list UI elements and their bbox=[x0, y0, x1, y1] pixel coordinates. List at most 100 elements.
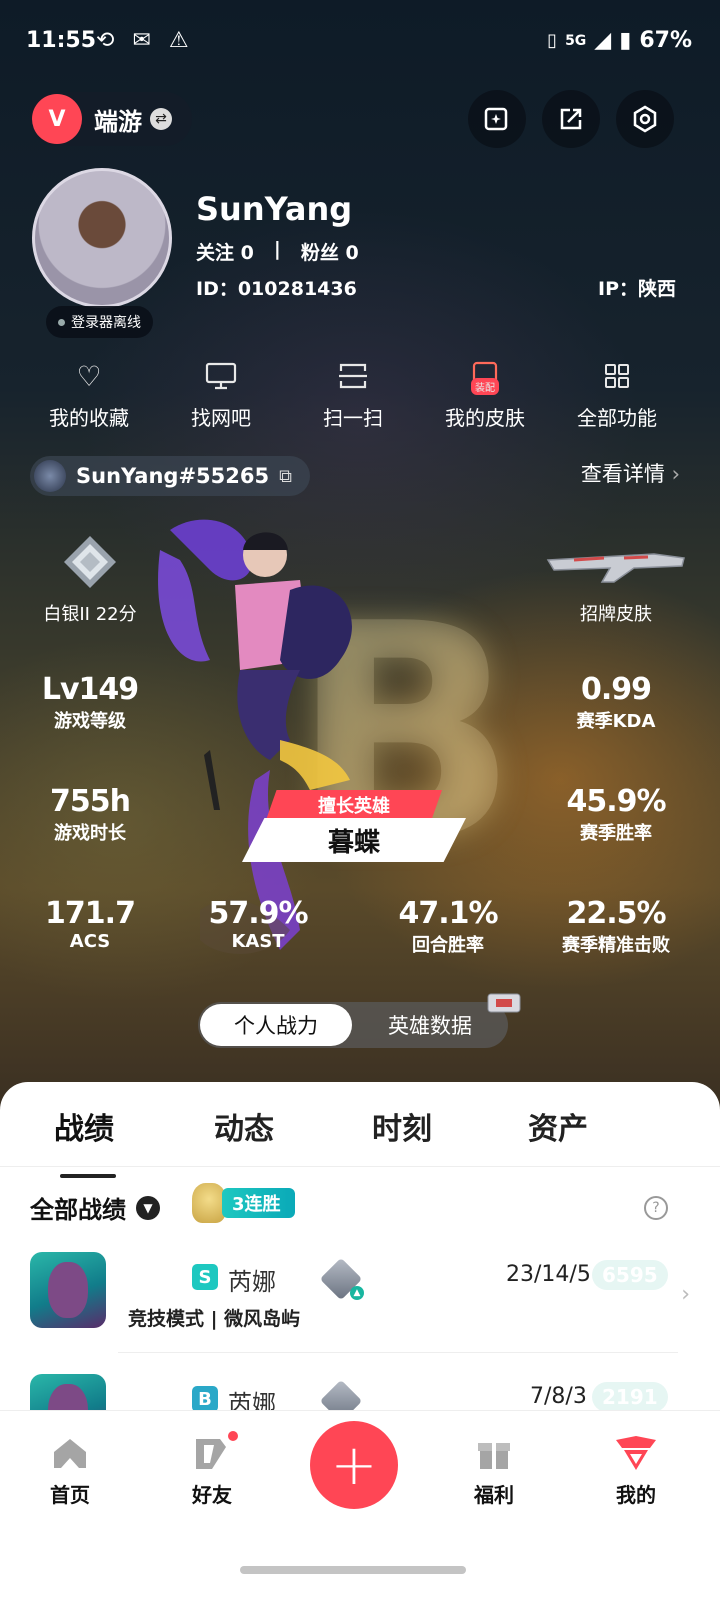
vibrate-icon: ▯ bbox=[547, 30, 558, 51]
stat-value: 171.7 bbox=[45, 896, 136, 931]
quick-my-skins[interactable]: 装配 我的皮肤 bbox=[420, 356, 550, 431]
edit-card-button[interactable] bbox=[468, 90, 526, 148]
tab-assets[interactable]: 资产 bbox=[528, 1104, 588, 1148]
quick-actions: ♡ 我的收藏 找网吧 扫一扫 装配 我的皮肤 全部功能 bbox=[0, 356, 720, 436]
view-details-label: 查看详情 bbox=[580, 462, 665, 486]
stat-kast: 57.9% KAST bbox=[198, 896, 318, 952]
gift-icon bbox=[444, 1433, 544, 1473]
toggle-agent-data[interactable]: 英雄数据 bbox=[354, 1004, 506, 1046]
quick-label: 我的皮肤 bbox=[445, 406, 525, 430]
fans-count[interactable]: 粉丝 0 bbox=[301, 238, 359, 265]
following-count[interactable]: 关注 0 bbox=[196, 238, 254, 265]
favorite-agent-name: 暮蝶 bbox=[242, 818, 466, 862]
follow-separator: | bbox=[273, 238, 281, 260]
bottom-nav: 首页 好友 + 福利 我的 bbox=[0, 1410, 720, 1540]
quick-label: 全部功能 bbox=[577, 406, 657, 430]
match-kda: 23/14/5 bbox=[506, 1262, 591, 1287]
help-icon[interactable]: ? bbox=[644, 1196, 668, 1220]
copy-icon[interactable]: ⧉ bbox=[279, 466, 292, 487]
quick-label: 找网吧 bbox=[191, 406, 251, 430]
ip-location: IP：陕西 bbox=[598, 278, 676, 300]
nav-me[interactable]: 我的 bbox=[586, 1433, 686, 1508]
mail-icon: ✉ bbox=[132, 28, 151, 53]
stat-season-headshot: 22.5% 赛季精准击败 bbox=[546, 896, 686, 957]
avatar[interactable] bbox=[32, 168, 172, 308]
create-post-button[interactable]: + bbox=[310, 1421, 398, 1509]
match-score: 2191 bbox=[592, 1382, 668, 1412]
status-notification-icons: ⟲ ✉ ⚠ bbox=[96, 28, 189, 53]
tab-moments[interactable]: 时刻 bbox=[372, 1104, 432, 1148]
stat-acs: 171.7 ACS bbox=[30, 896, 150, 952]
stat-round-winrate: 47.1% 回合胜率 bbox=[388, 896, 508, 957]
settings-button[interactable] bbox=[616, 90, 674, 148]
match-result: 胜利 bbox=[128, 1268, 181, 1298]
stat-value: 755h bbox=[50, 784, 131, 819]
trophy-icon bbox=[192, 1183, 226, 1223]
stat-value: 47.1% bbox=[398, 896, 498, 931]
nav-label: 好友 bbox=[192, 1483, 232, 1507]
login-status-badge: 登录器离线 bbox=[46, 306, 153, 338]
quick-favorites[interactable]: ♡ 我的收藏 bbox=[24, 356, 154, 431]
divider bbox=[0, 1166, 720, 1167]
rr-change: +33 bbox=[326, 1304, 369, 1326]
stat-label: 赛季KDA bbox=[576, 711, 656, 732]
tab-indicator bbox=[60, 1174, 116, 1178]
performance-rank-badge: S bbox=[192, 1264, 218, 1290]
nav-rewards[interactable]: 福利 bbox=[444, 1433, 544, 1508]
silver-rank-icon bbox=[64, 536, 116, 588]
stat-value: 45.9% bbox=[566, 784, 666, 819]
network-label: 5G bbox=[565, 32, 587, 49]
win-streak-badge: 3连胜 bbox=[192, 1182, 295, 1224]
match-time: 08-11 05:05 bbox=[530, 1304, 658, 1326]
row-divider bbox=[118, 1352, 678, 1353]
game-switch-button[interactable]: V 端游 ⇄ bbox=[30, 92, 192, 146]
system-home-indicator[interactable] bbox=[240, 1566, 466, 1574]
riot-id-text: SunYang#55265 bbox=[76, 464, 270, 488]
share-button[interactable] bbox=[542, 90, 600, 148]
toggle-personal-power[interactable]: 个人战力 bbox=[200, 1004, 352, 1046]
match-mode-map: 竞技模式 | 微风岛屿 bbox=[128, 1308, 301, 1330]
tab-records[interactable]: 战绩 bbox=[54, 1104, 114, 1148]
stat-label: 回合胜率 bbox=[412, 935, 484, 956]
game-name: 端游 bbox=[94, 107, 142, 136]
heart-icon: ♡ bbox=[76, 359, 102, 393]
view-details-link[interactable]: 查看详情 › bbox=[581, 458, 680, 488]
notification-dot bbox=[226, 1429, 240, 1443]
ticket-icon bbox=[487, 993, 521, 1013]
login-status-text: 登录器离线 bbox=[71, 315, 141, 331]
filter-label: 全部战绩 bbox=[30, 1196, 126, 1224]
username: SunYang bbox=[196, 190, 353, 228]
tab-activity[interactable]: 动态 bbox=[214, 1104, 274, 1148]
match-score: 6595 bbox=[592, 1260, 668, 1290]
edit-card-icon bbox=[484, 107, 508, 131]
stat-playtime: 755h 游戏时长 bbox=[30, 784, 150, 845]
swap-icon: ⇄ bbox=[150, 108, 172, 130]
nav-home[interactable]: 首页 bbox=[20, 1433, 120, 1508]
chevron-down-icon: ▼ bbox=[136, 1195, 160, 1220]
agent-portrait bbox=[30, 1252, 106, 1328]
rank-label: 白银II 22分 bbox=[43, 604, 137, 625]
weapon-skin-icon bbox=[546, 553, 685, 583]
stat-label: 赛季胜率 bbox=[580, 823, 652, 844]
quick-scan[interactable]: 扫一扫 bbox=[288, 356, 418, 431]
sheet-tabs: 战绩 动态 时刻 资产 bbox=[0, 1104, 720, 1178]
signature-skin-label: 招牌皮肤 bbox=[580, 604, 652, 625]
records-filter-dropdown[interactable]: 全部战绩 ▼ bbox=[30, 1190, 160, 1225]
status-time: 11:55 bbox=[26, 28, 97, 53]
agent-name: 芮娜 bbox=[228, 1268, 276, 1296]
battery-percent: 67% bbox=[639, 28, 692, 53]
stat-label: 赛季精准击败 bbox=[562, 935, 670, 956]
win-streak-label: 3连胜 bbox=[222, 1188, 295, 1218]
stat-label: 游戏时长 bbox=[54, 823, 126, 844]
match-row[interactable]: 胜利 S 芮娜 竞技模式 | 微风岛屿 ▲ +33 23/14/5 6595 0… bbox=[30, 1252, 690, 1352]
status-right: ▯ 5G ◢ ▮ 67% bbox=[547, 28, 692, 53]
quick-all-functions[interactable]: 全部功能 bbox=[552, 356, 682, 431]
equip-badge: 装配 bbox=[471, 378, 499, 395]
monitor-icon bbox=[156, 356, 286, 396]
nav-friends[interactable]: 好友 bbox=[162, 1429, 262, 1508]
settings-icon bbox=[633, 105, 657, 133]
grid-icon bbox=[552, 356, 682, 396]
quick-label: 扫一扫 bbox=[323, 406, 383, 430]
riot-id-chip[interactable]: SunYang#55265 ⧉ bbox=[30, 456, 310, 496]
quick-find-cafe[interactable]: 找网吧 bbox=[156, 356, 286, 431]
